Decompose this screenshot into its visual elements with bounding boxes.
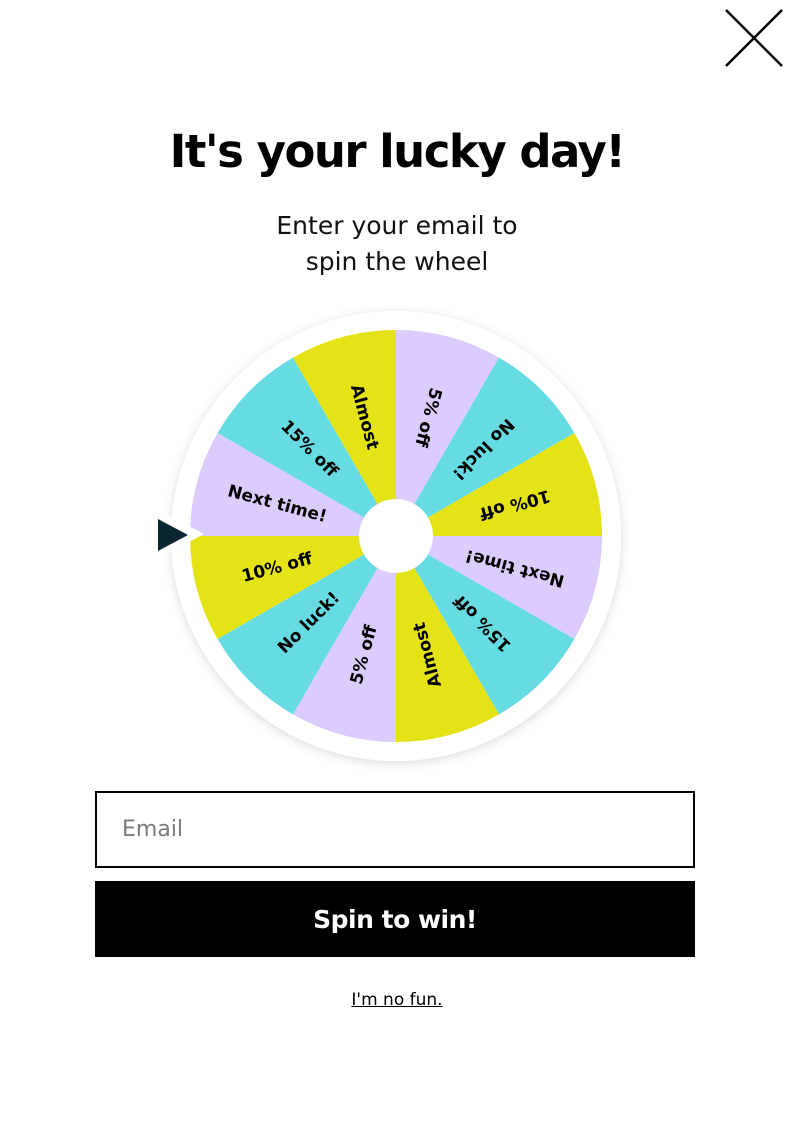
page-title: It's your lucky day!: [169, 125, 626, 178]
decline-link-wrap: I'm no fun.: [0, 990, 794, 1010]
prize-wheel[interactable]: 5% off No luck! 10% off Next time! 15% off Al…: [140, 305, 630, 775]
close-icon: [725, 9, 783, 67]
close-button[interactable]: [722, 6, 786, 70]
wheel-hub: [359, 499, 433, 573]
subtitle: Enter your email to spin the wheel: [276, 211, 518, 276]
spin-to-win-button[interactable]: Spin to win!: [95, 881, 695, 957]
prize-wheel-graphic: 5% off No luck!10% offNext time!15% offAl…: [151, 311, 621, 761]
email-field[interactable]: [95, 791, 695, 868]
decline-link[interactable]: I'm no fun.: [351, 990, 442, 1010]
